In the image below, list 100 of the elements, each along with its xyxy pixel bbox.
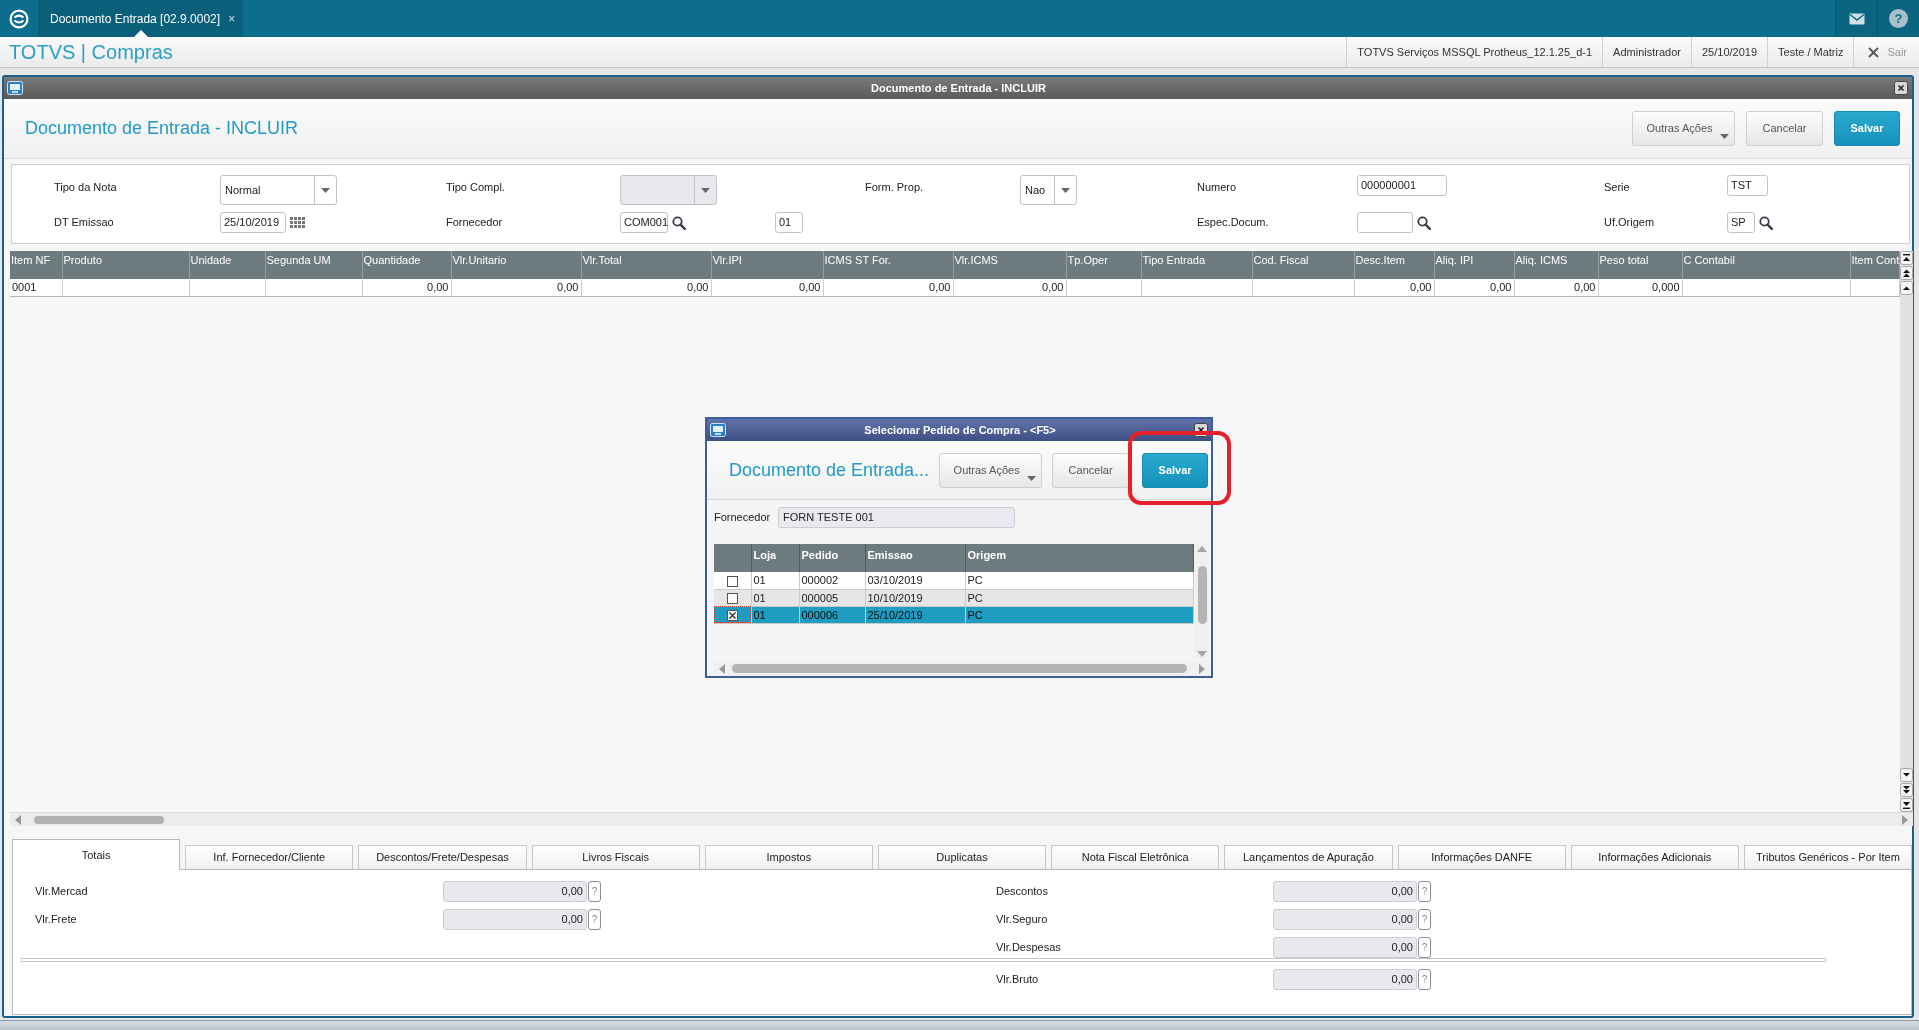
table-row[interactable]: 01 000005 10/10/2019 PC — [714, 589, 1193, 606]
vertical-scrollbar[interactable] — [1195, 544, 1209, 659]
input-field[interactable]: 0,00 — [1273, 881, 1417, 902]
input-field[interactable]: 0,00 — [1273, 937, 1417, 958]
tab[interactable]: Tributos Genéricos - Por Item — [1743, 845, 1913, 869]
window-tab[interactable]: Documento Entrada [02.9.0002] × — [38, 0, 244, 37]
actions-menu-button[interactable]: Outras Ações — [939, 452, 1043, 488]
column-header: Loja — [751, 544, 799, 572]
help-button[interactable]: ? — [1418, 909, 1431, 930]
tab[interactable]: Totais — [12, 839, 181, 870]
dropdown[interactable]: Nao — [1020, 175, 1077, 205]
cancel-button[interactable]: Cancelar — [1052, 452, 1130, 488]
field-label: Vlr.Mercad — [35, 884, 89, 900]
close-icon[interactable] — [1894, 81, 1908, 95]
checkbox[interactable] — [726, 575, 738, 587]
cancel-button[interactable]: Cancelar — [1746, 111, 1823, 146]
field-label: Vlr.Seguro — [996, 912, 1049, 928]
input-field[interactable]: 0,00 — [1273, 909, 1417, 930]
field-label: Numero — [1197, 180, 1237, 195]
input-field[interactable]: 01 — [775, 212, 803, 233]
column-header: Emissao — [865, 544, 965, 572]
horizontal-scrollbar[interactable] — [714, 661, 1210, 676]
tab[interactable]: Informações DANFE — [1397, 845, 1566, 869]
tab[interactable]: Informações Adicionais — [1570, 845, 1739, 869]
scrollbar-thumb[interactable] — [1197, 566, 1207, 624]
checkbox[interactable] — [726, 593, 738, 605]
page-up-icon[interactable] — [1900, 266, 1913, 280]
caret-icon — [1027, 475, 1037, 481]
input-field[interactable]: 0,00 — [1273, 969, 1417, 990]
page-down-icon[interactable] — [1900, 783, 1913, 797]
input-field[interactable]: SP — [1727, 212, 1755, 233]
logo-icon[interactable] — [9, 8, 29, 29]
scrollbar-thumb[interactable] — [34, 815, 164, 824]
field-label: Tipo Compl. — [446, 180, 505, 195]
field-label: Vlr.Bruto — [996, 972, 1040, 988]
search-icon[interactable] — [1417, 215, 1431, 230]
table-row[interactable]: 01 000002 03/10/2019 PC — [714, 572, 1193, 589]
header-info-text: Teste / Matriz — [1767, 37, 1854, 67]
column-header: Item Cont — [1850, 251, 1899, 279]
help-button[interactable]: ? — [1418, 937, 1431, 958]
input-field[interactable]: 0,00 — [443, 909, 587, 930]
close-icon — [1868, 46, 1880, 58]
tab[interactable]: Duplicatas — [877, 845, 1047, 869]
help-button[interactable]: ? — [1418, 881, 1431, 902]
help-button[interactable]: ? — [588, 909, 601, 930]
column-header: Origem — [965, 544, 1193, 572]
input-field[interactable]: FORN TESTE 001 — [778, 507, 1015, 528]
caret-icon — [701, 187, 710, 193]
scroll-to-bottom-icon[interactable] — [1900, 798, 1913, 812]
table-cell: 0,00 — [823, 279, 953, 296]
table-cell: 0,00 — [451, 279, 581, 296]
column-header: Item NF — [10, 251, 62, 279]
scroll-up-icon[interactable] — [1900, 281, 1913, 295]
tab[interactable]: Livros Fiscais — [531, 845, 700, 869]
tab[interactable]: Inf. Fornecedor/Cliente — [185, 845, 354, 869]
search-icon[interactable] — [672, 215, 686, 230]
column-header: Vlr.IPI — [711, 251, 823, 279]
help-button[interactable]: ? — [588, 881, 601, 902]
calendar-icon[interactable] — [290, 217, 305, 228]
mail-icon[interactable] — [1848, 12, 1865, 25]
column-header: Aliq. IPI — [1434, 251, 1514, 279]
search-icon[interactable] — [1759, 215, 1773, 230]
window-icon — [7, 81, 23, 95]
checkbox[interactable] — [726, 610, 738, 622]
scrollbar-thumb[interactable] — [732, 664, 1187, 673]
table-cell: 0,00 — [581, 279, 711, 296]
input-field[interactable]: TST — [1727, 175, 1768, 196]
actions-menu-button[interactable]: Outras Ações — [1632, 111, 1735, 146]
column-header: Aliq. ICMS — [1514, 251, 1598, 279]
help-button[interactable]: ? — [1418, 969, 1431, 990]
column-header: C Contabil — [1682, 251, 1850, 279]
scroll-to-top-icon[interactable] — [1900, 251, 1913, 265]
column-header: Vlr.Total — [581, 251, 711, 279]
close-button[interactable]: × — [228, 9, 236, 28]
table-cell: PC — [965, 572, 1193, 589]
input-field[interactable]: COM001 — [620, 212, 668, 233]
field-label: Vlr.Frete — [35, 912, 78, 928]
input-field[interactable]: 0,00 — [443, 881, 587, 902]
dropdown[interactable]: Normal — [220, 175, 337, 205]
tab[interactable]: Lançamentos de Apuração — [1224, 845, 1393, 869]
scroll-down-icon[interactable] — [1900, 768, 1913, 782]
vertical-scrollbar[interactable] — [1900, 251, 1913, 812]
table-cell: 000002 — [799, 572, 865, 589]
input-field[interactable] — [1357, 212, 1413, 233]
field-label: Fornecedor — [446, 215, 503, 231]
caret-icon — [1720, 134, 1729, 139]
table-cell: 03/10/2019 — [865, 572, 965, 589]
field-label: Descontos — [996, 884, 1049, 900]
horizontal-scrollbar[interactable] — [10, 812, 1913, 826]
table-cell: 01 — [751, 572, 799, 589]
input-field[interactable]: 000000001 — [1357, 175, 1447, 196]
field-label: Uf.Origem — [1604, 215, 1655, 231]
tab[interactable]: Descontos/Frete/Despesas — [358, 845, 527, 869]
tab[interactable]: Impostos — [704, 845, 873, 869]
tab[interactable]: Nota Fiscal Eletrônica — [1051, 845, 1220, 869]
date-field[interactable]: 25/10/2019 — [220, 212, 286, 233]
page-heading: Documento de Entrada - INCLUIR — [25, 117, 299, 140]
table-row[interactable]: 01 000006 25/10/2019 PC — [714, 606, 1193, 623]
column-header: ICMS ST For. — [823, 251, 953, 279]
column-header: Quantidade — [362, 251, 451, 279]
